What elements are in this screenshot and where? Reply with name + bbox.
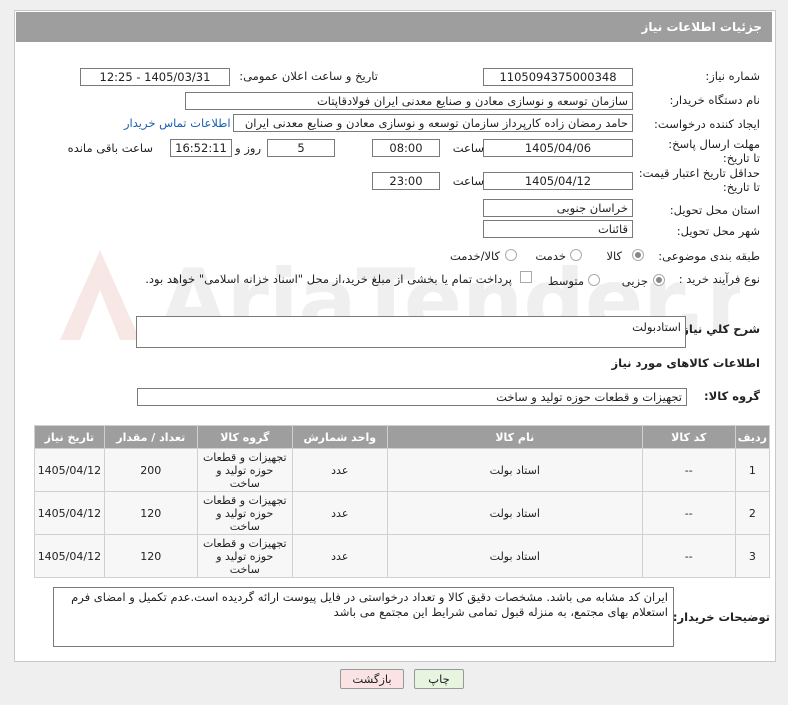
col-quantity: تعداد / مقدار: [103, 425, 198, 449]
cell-code: --: [641, 491, 736, 535]
remaining-label: ساعت باقی مانده: [67, 141, 153, 155]
cell-group: تجهیزات و قطعات حوزه تولید و ساخت: [196, 448, 293, 492]
col-group: گروه کالا: [196, 425, 293, 449]
requester-field: حامد رمضان زاده کارپرداز سازمان توسعه و …: [233, 114, 633, 132]
cell-date: 1405/04/12: [34, 491, 105, 535]
description-field: استادبولت: [136, 316, 686, 348]
description-label: شرح کلي نياز:: [677, 322, 760, 336]
back-button[interactable]: بازگشت: [340, 669, 404, 689]
process-label: نوع فرآیند خرید :: [678, 272, 760, 286]
treasury-payment-checkbox[interactable]: [520, 271, 532, 283]
remaining-time-field: 16:52:11: [170, 139, 232, 157]
category-goods-label: کالا: [606, 249, 622, 263]
cell-quantity: 120: [103, 534, 198, 578]
reply-date-field: 1405/04/06: [483, 139, 633, 157]
cell-unit: عدد: [291, 491, 388, 535]
buyer-field: سازمان توسعه و نوسازی معادن و صنایع معدن…: [185, 92, 633, 110]
col-date: تاریخ نیاز: [34, 425, 105, 449]
process-medium-label: متوسط: [547, 274, 584, 288]
items-table: ردیف کد کالا نام کالا واحد شمارش گروه کا…: [34, 425, 771, 578]
col-name: نام کالا: [386, 425, 643, 449]
city-label: شهر محل تحویل:: [676, 224, 760, 238]
buyer-notes-label: توضیحات خریدار:: [672, 610, 770, 624]
announce-label: تاریخ و ساعت اعلان عمومی:: [239, 69, 378, 83]
buyer-notes-field: ایران کد مشابه می باشد. مشخصات دقیق کالا…: [53, 587, 674, 647]
reply-deadline-label: مهلت ارسال پاسخ: تا تاریخ:: [668, 137, 760, 165]
need-number-label: شماره نیاز:: [705, 69, 760, 83]
col-code: کد کالا: [641, 425, 736, 449]
province-field: خراسان جنوبی: [483, 199, 633, 217]
category-goods-radio[interactable]: [632, 249, 644, 261]
cell-name: استاد بولت: [386, 534, 643, 578]
buyer-contact-link[interactable]: اطلاعات تماس خریدار: [124, 116, 231, 130]
cell-quantity: 120: [103, 491, 198, 535]
table-row: 1 -- استاد بولت عدد تجهیزات و قطعات حوزه…: [34, 448, 771, 492]
cell-name: استاد بولت: [386, 491, 643, 535]
cell-name: استاد بولت: [386, 448, 643, 492]
reply-days-field: 5: [267, 139, 335, 157]
cell-row: 1: [734, 448, 771, 492]
goods-group-field: تجهیزات و قطعات حوزه تولید و ساخت: [137, 388, 687, 406]
cell-code: --: [641, 534, 736, 578]
process-minor-label: جزیی: [621, 274, 648, 288]
cell-code: --: [641, 448, 736, 492]
reply-time-field: 08:00: [372, 139, 440, 157]
process-minor-radio[interactable]: [653, 274, 665, 286]
page-header: جزئیات اطلاعات نیاز: [16, 12, 772, 42]
cell-date: 1405/04/12: [34, 534, 105, 578]
goods-info-title: اطلاعات کالاهای مورد نیاز: [611, 356, 760, 370]
category-service-label: خدمت: [535, 249, 566, 263]
cell-row: 3: [734, 534, 771, 578]
category-goods-service-radio[interactable]: [505, 249, 517, 261]
cell-group: تجهیزات و قطعات حوزه تولید و ساخت: [196, 491, 293, 535]
city-field: قائنات: [483, 220, 633, 238]
province-label: استان محل تحویل:: [669, 203, 760, 217]
price-validity-label: حداقل تاریخ اعتبار قیمت: تا تاریخ:: [638, 166, 760, 194]
category-goods-service-label: کالا/خدمت: [449, 249, 500, 263]
goods-group-label: گروه کالا:: [704, 389, 760, 403]
print-button[interactable]: چاپ: [414, 669, 464, 689]
cell-unit: عدد: [291, 534, 388, 578]
table-row: 3 -- استاد بولت عدد تجهیزات و قطعات حوزه…: [34, 534, 771, 578]
cell-group: تجهیزات و قطعات حوزه تولید و ساخت: [196, 534, 293, 578]
days-label: روز و: [235, 141, 261, 155]
table-row: 2 -- استاد بولت عدد تجهیزات و قطعات حوزه…: [34, 491, 771, 535]
cell-quantity: 200: [103, 448, 198, 492]
col-row: ردیف: [734, 425, 771, 449]
validity-time-label: ساعت: [452, 174, 484, 188]
buyer-label: نام دستگاه خریدار:: [669, 93, 760, 107]
col-unit: واحد شمارش: [291, 425, 388, 449]
announce-field: 1405/03/31 - 12:25: [80, 68, 230, 86]
validity-date-field: 1405/04/12: [483, 172, 633, 190]
table-header-row: ردیف کد کالا نام کالا واحد شمارش گروه کا…: [34, 425, 771, 449]
cell-row: 2: [734, 491, 771, 535]
cell-unit: عدد: [291, 448, 388, 492]
reply-time-label: ساعت: [452, 141, 484, 155]
requester-label: ایجاد کننده درخواست:: [654, 117, 760, 131]
validity-time-field: 23:00: [372, 172, 440, 190]
cell-date: 1405/04/12: [34, 448, 105, 492]
treasury-payment-text: پرداخت تمام یا بخشی از مبلغ خرید،از محل …: [145, 272, 512, 286]
need-number-field: 1105094375000348: [483, 68, 633, 86]
category-label: طبقه بندی موضوعی:: [658, 249, 760, 263]
category-service-radio[interactable]: [570, 249, 582, 261]
process-medium-radio[interactable]: [588, 274, 600, 286]
